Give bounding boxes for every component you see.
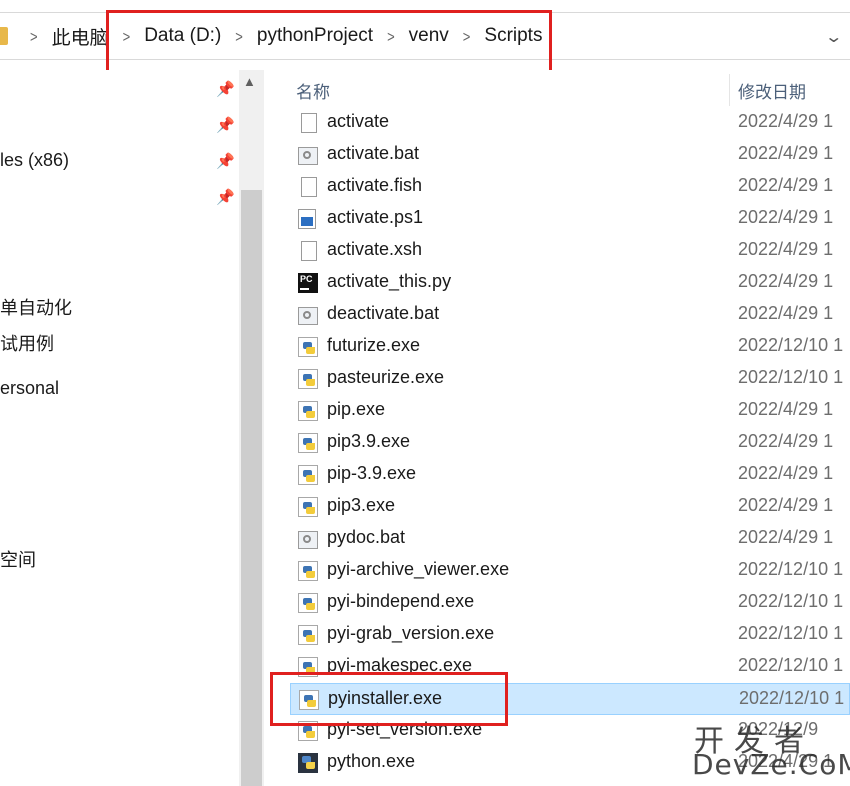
blank-file-icon: [301, 241, 317, 261]
python-exe-icon: [298, 625, 318, 645]
python-app-icon: [298, 753, 318, 773]
file-row[interactable]: activate.bat 2022/4/29 1: [290, 139, 850, 171]
file-row[interactable]: activate.fish 2022/4/29 1: [290, 171, 850, 203]
file-date-modified: 2022/4/29 1: [738, 431, 834, 451]
file-name: activate: [327, 111, 390, 131]
file-name: pydoc.bat: [327, 527, 406, 547]
file-name: pyi-bindepend.exe: [327, 591, 475, 611]
file-row[interactable]: futurize.exe 2022/12/10 1: [290, 331, 850, 363]
file-name: pyi-grab_version.exe: [327, 623, 495, 643]
file-name: activate_this.py: [327, 271, 452, 291]
file-date-modified: 2022/4/29 1: [738, 527, 834, 547]
pin-icon: 📌: [216, 117, 235, 134]
file-name: futurize.exe: [327, 335, 421, 355]
batch-file-icon: [298, 147, 318, 165]
file-name: pyi-archive_viewer.exe: [327, 559, 510, 579]
pin-icon: 📌: [216, 189, 235, 206]
file-date-modified: 2022/4/29 1: [738, 175, 834, 195]
batch-file-icon: [298, 531, 318, 549]
pin-icon: 📌: [216, 81, 235, 98]
nav-item-program-files-x86[interactable]: les (x86): [0, 150, 69, 171]
file-row[interactable]: activate.ps1 2022/4/29 1: [290, 203, 850, 235]
file-name: activate.ps1: [327, 207, 424, 227]
file-date-modified: 2022/4/29 1: [738, 239, 834, 259]
python-exe-icon: [298, 561, 318, 581]
file-date-modified: 2022/4/29 1: [738, 399, 834, 419]
python-exe-icon: [298, 369, 318, 389]
file-name: pip3.9.exe: [327, 431, 411, 451]
file-row[interactable]: pyi-archive_viewer.exe 2022/12/10 1: [290, 555, 850, 587]
chevron-right-icon[interactable]: >: [30, 27, 38, 45]
file-date-modified: 2022/12/10 1: [738, 623, 844, 643]
file-row[interactable]: activate_this.py 2022/4/29 1: [290, 267, 850, 299]
file-row[interactable]: pydoc.bat 2022/4/29 1: [290, 523, 850, 555]
python-exe-icon: [298, 593, 318, 613]
file-name: python.exe: [327, 751, 416, 771]
nav-item-automation[interactable]: 单自动化: [0, 294, 72, 320]
file-date-modified: 2022/12/10 1: [738, 591, 844, 611]
blank-file-icon: [301, 177, 317, 197]
file-row[interactable]: activate.xsh 2022/4/29 1: [290, 235, 850, 267]
file-name: deactivate.bat: [327, 303, 440, 323]
file-row[interactable]: pyi-grab_version.exe 2022/12/10 1: [290, 619, 850, 651]
file-name: activate.bat: [327, 143, 420, 163]
file-row[interactable]: deactivate.bat 2022/4/29 1: [290, 299, 850, 331]
file-date-modified: 2022/4/29 1: [738, 111, 834, 131]
nav-item-personal[interactable]: ersonal: [0, 378, 59, 399]
file-name: pip-3.9.exe: [327, 463, 417, 483]
file-row[interactable]: pip3.9.exe 2022/4/29 1: [290, 427, 850, 459]
file-date-modified: 2022/12/10 1: [738, 335, 844, 355]
file-date-modified: 2022/4/29 1: [738, 303, 834, 323]
file-date-modified: 2022/12/10 1: [738, 559, 844, 579]
file-row[interactable]: pip.exe 2022/4/29 1: [290, 395, 850, 427]
file-date-modified: 2022/12/10 1: [738, 367, 844, 387]
pycharm-file-icon: [298, 273, 318, 293]
nav-item-space[interactable]: 空间: [0, 546, 36, 572]
pin-icon: 📌: [216, 153, 235, 170]
blank-file-icon: [301, 113, 317, 133]
file-date-modified: 2022/12/10 1: [739, 688, 845, 708]
watermark-line2: DevZe.CoM: [692, 748, 850, 781]
file-row[interactable]: pasteurize.exe 2022/12/10 1: [290, 363, 850, 395]
file-date-modified: 2022/4/29 1: [738, 495, 834, 515]
folder-icon: [0, 27, 8, 45]
file-name: activate.xsh: [327, 239, 423, 259]
batch-file-icon: [298, 307, 318, 325]
python-exe-icon: [298, 465, 318, 485]
annotation-highlight-pyinstaller: [270, 672, 508, 726]
column-header-name[interactable]: 名称: [296, 78, 330, 103]
file-date-modified: 2022/4/29 1: [738, 463, 834, 483]
navigation-pane: [0, 70, 264, 786]
file-name: pasteurize.exe: [327, 367, 445, 387]
nav-scrollbar-thumb[interactable]: [241, 190, 262, 786]
powershell-file-icon: [298, 209, 316, 229]
nav-item-test-cases[interactable]: 试用例: [0, 330, 54, 356]
file-row[interactable]: activate 2022/4/29 1: [290, 107, 850, 139]
file-name: activate.fish: [327, 175, 423, 195]
breadcrumb-this-pc[interactable]: 此电脑: [52, 23, 109, 50]
file-row[interactable]: pyi-bindepend.exe 2022/12/10 1: [290, 587, 850, 619]
column-divider[interactable]: [729, 74, 730, 106]
chevron-down-icon[interactable]: ⌄: [824, 27, 843, 47]
file-date-modified: 2022/4/29 1: [738, 271, 834, 291]
file-row[interactable]: pip3.exe 2022/4/29 1: [290, 491, 850, 523]
file-date-modified: 2022/4/29 1: [738, 143, 834, 163]
python-exe-icon: [298, 337, 318, 357]
file-date-modified: 2022/4/29 1: [738, 207, 834, 227]
python-exe-icon: [298, 401, 318, 421]
python-exe-icon: [298, 497, 318, 517]
file-name: pip3.exe: [327, 495, 396, 515]
scroll-up-icon[interactable]: ▲: [243, 74, 256, 89]
column-header-date-modified[interactable]: 修改日期: [738, 78, 806, 103]
file-row[interactable]: pip-3.9.exe 2022/4/29 1: [290, 459, 850, 491]
file-name: pip.exe: [327, 399, 386, 419]
annotation-highlight-path: [106, 10, 552, 75]
file-date-modified: 2022/12/10 1: [738, 655, 844, 675]
python-exe-icon: [298, 433, 318, 453]
